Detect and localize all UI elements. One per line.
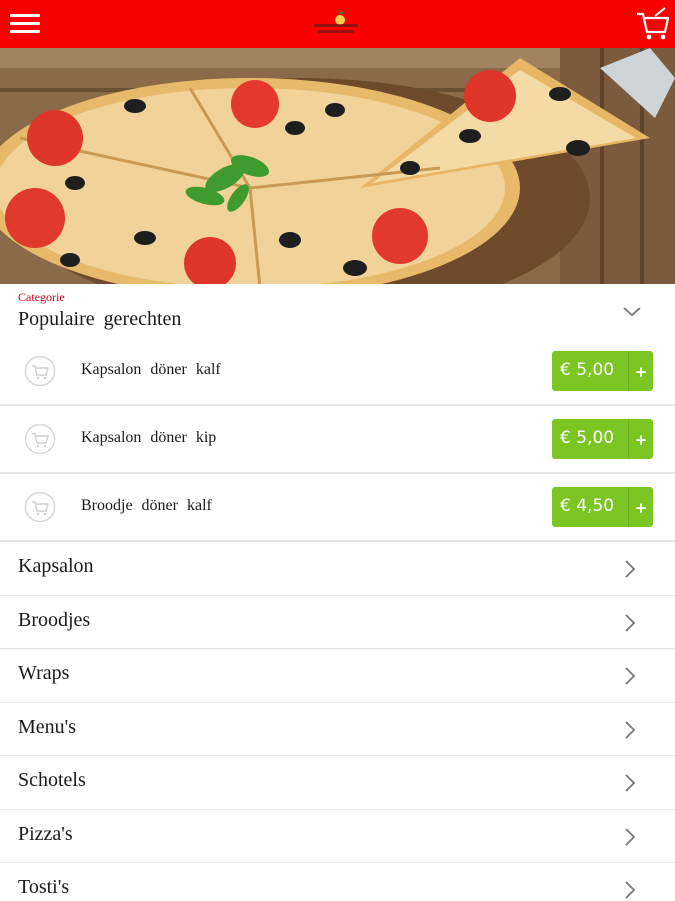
add-to-cart-button[interactable]: € 5,00 + (552, 419, 653, 459)
category-item-schotels[interactable]: Schotels (0, 755, 675, 809)
shopping-cart-icon[interactable] (635, 6, 671, 42)
restaurant-logo[interactable] (306, 10, 366, 40)
plus-icon: + (628, 351, 653, 391)
category-item-menus[interactable]: Menu's (0, 702, 675, 756)
hamburger-menu-icon[interactable] (10, 14, 40, 34)
category-item-label: Pizza's (18, 823, 73, 845)
category-item-pizzas[interactable]: Pizza's (0, 809, 675, 863)
product-row[interactable]: Kapsalon döner kip € 5,00 + (0, 406, 675, 472)
cart-icon[interactable] (24, 491, 56, 523)
category-item-broodjes[interactable]: Broodjes (0, 595, 675, 649)
product-name: Broodje döner kalf (81, 497, 212, 514)
category-item-kapsalon[interactable]: Kapsalon (0, 541, 675, 595)
category-item-tostis[interactable]: Tosti's (0, 862, 675, 901)
category-title: Populaire gerechten (18, 308, 182, 330)
category-label: Categorie (18, 290, 65, 304)
plus-icon: + (628, 487, 653, 527)
product-name: Kapsalon döner kip (81, 429, 217, 446)
chevron-right-icon (625, 721, 636, 739)
pizza-photo (0, 48, 675, 284)
category-item-label: Schotels (18, 769, 86, 791)
product-price: € 4,50 (560, 496, 615, 516)
chevron-right-icon (625, 614, 636, 632)
category-item-label: Tosti's (18, 876, 70, 898)
product-row[interactable]: Kapsalon döner kalf € 5,00 + (0, 338, 675, 404)
cart-icon[interactable] (24, 355, 56, 387)
plus-icon: + (628, 419, 653, 459)
add-to-cart-button[interactable]: € 5,00 + (552, 351, 653, 391)
product-name: Kapsalon döner kalf (81, 361, 221, 378)
add-to-cart-button[interactable]: € 4,50 + (552, 487, 653, 527)
category-item-label: Wraps (18, 662, 70, 684)
product-price: € 5,00 (560, 428, 615, 448)
top-bar (0, 0, 675, 48)
chevron-down-icon[interactable] (620, 300, 644, 324)
product-row[interactable]: Broodje döner kalf € 4,50 + (0, 474, 675, 540)
chevron-right-icon (625, 560, 636, 578)
chevron-right-icon (625, 828, 636, 846)
chevron-right-icon (625, 774, 636, 792)
chevron-right-icon (625, 667, 636, 685)
category-item-label: Broodjes (18, 609, 91, 631)
category-item-label: Kapsalon (18, 555, 94, 577)
category-item-wraps[interactable]: Wraps (0, 648, 675, 702)
product-price: € 5,00 (560, 360, 615, 380)
pizza-illustration (0, 48, 675, 284)
cart-icon[interactable] (24, 423, 56, 455)
chevron-right-icon (625, 881, 636, 899)
category-item-label: Menu's (18, 716, 77, 738)
